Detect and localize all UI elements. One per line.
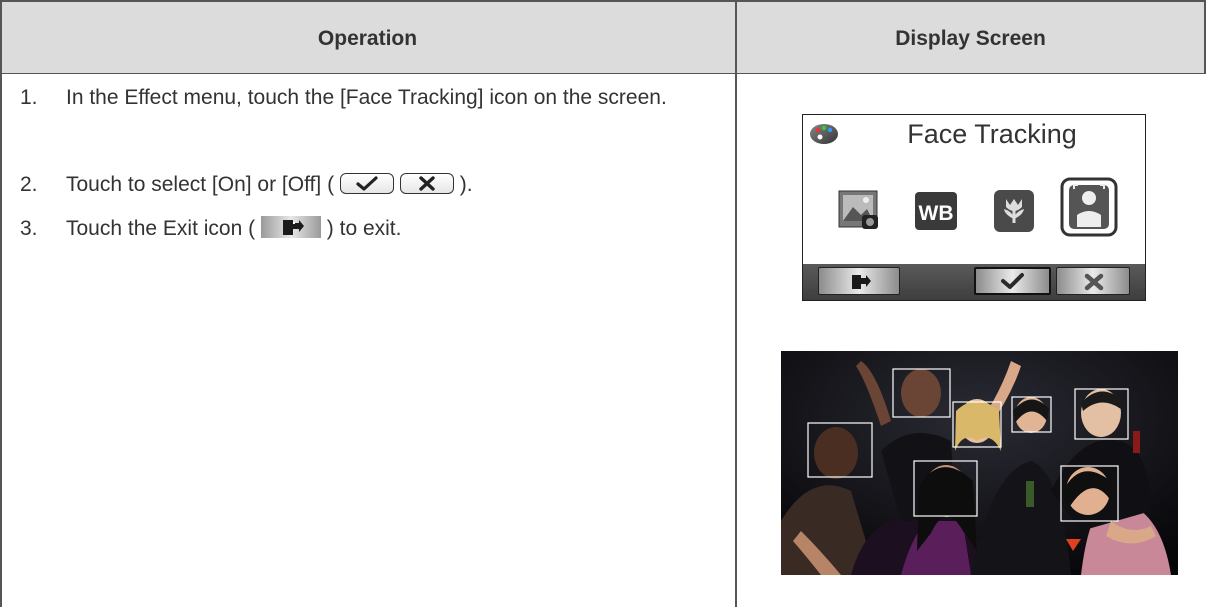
check-icon xyxy=(339,172,394,194)
step-text: In the Effect menu, touch the [Face Trac… xyxy=(66,86,667,109)
palette-icon xyxy=(809,122,839,151)
step-text-before: Touch to select [On] or [Off] ( xyxy=(66,173,335,196)
step-text-before: Touch the Exit icon ( xyxy=(66,217,256,240)
wb-label: WB xyxy=(919,202,954,225)
camera-bottom-bar xyxy=(803,264,1145,300)
table-border-middle xyxy=(735,0,737,607)
step-number: 1. xyxy=(20,86,38,109)
header-operation: Operation xyxy=(317,27,418,50)
effect-icons-row: WB xyxy=(803,177,1145,247)
table-border-left xyxy=(0,0,2,607)
step-number: 3. xyxy=(20,217,38,240)
macro-tulip-icon[interactable] xyxy=(993,189,1035,238)
exit-button[interactable] xyxy=(818,267,900,295)
step-number: 2. xyxy=(20,173,38,196)
close-icon xyxy=(399,172,454,194)
face-tracking-photo xyxy=(781,351,1178,575)
face-tracking-icon[interactable] xyxy=(1060,177,1118,242)
step-text-after: ). xyxy=(459,173,473,196)
confirm-button[interactable] xyxy=(974,267,1051,295)
exit-icon xyxy=(260,216,321,239)
camera-display-screen: Face Tracking WB xyxy=(802,114,1146,301)
step-text: Touch the Exit icon ( ) to exit. xyxy=(66,211,721,247)
table-header: Operation Display Screen xyxy=(0,0,1206,74)
step-text-after: ) to exit. xyxy=(326,217,402,240)
camera-screen-title: Face Tracking xyxy=(907,119,1077,149)
cancel-button[interactable] xyxy=(1056,267,1130,295)
header-display-screen: Display Screen xyxy=(895,27,1046,50)
operation-table: Operation Display Screen 1. In the Effec… xyxy=(0,0,1206,607)
wb-icon[interactable]: WB xyxy=(914,191,958,236)
step-text: Touch to select [On] or [Off] ( ). xyxy=(66,167,721,203)
photo-icon[interactable] xyxy=(836,185,882,238)
